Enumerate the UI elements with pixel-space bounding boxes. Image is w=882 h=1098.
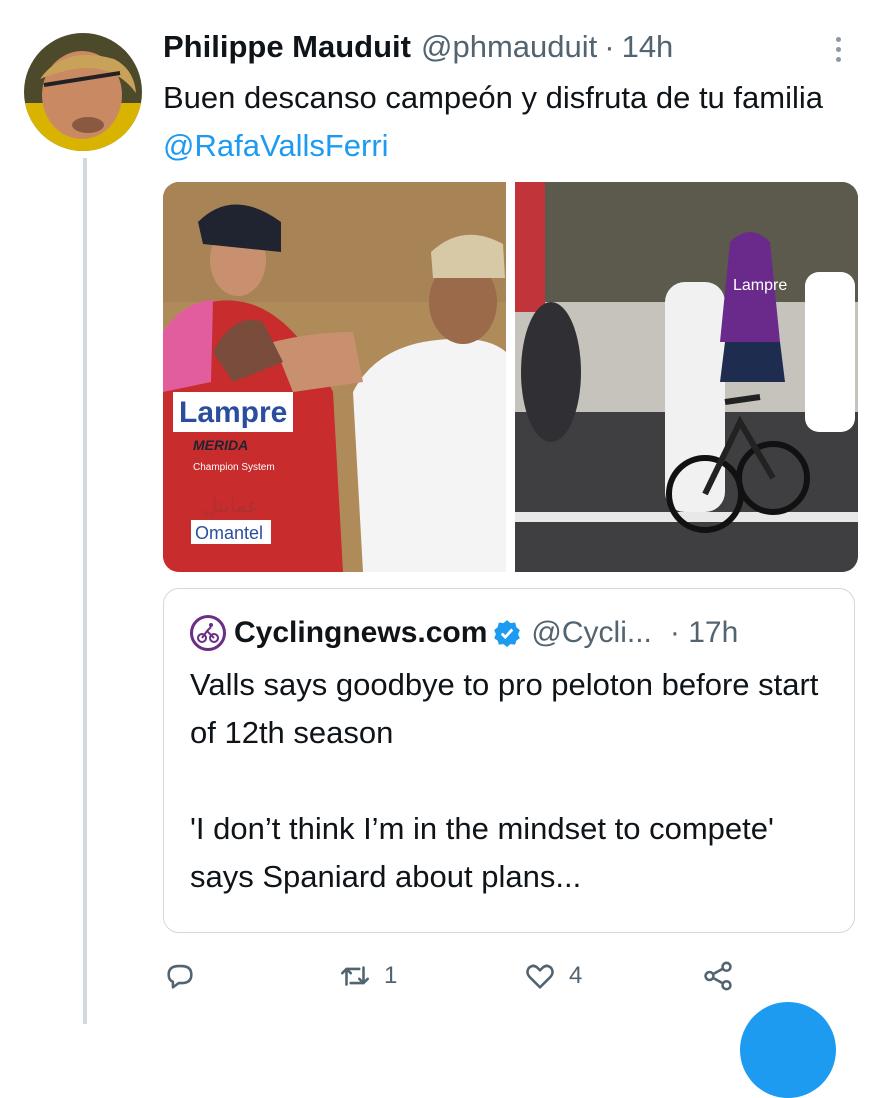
tweet-text: Buen descanso campeón y disfruta de tu f… — [163, 74, 863, 170]
mention-link[interactable]: @RafaVallsFerri — [163, 128, 389, 163]
more-options-icon[interactable] — [828, 34, 848, 64]
quoted-tweet[interactable]: Cyclingnews.com @Cycli... · 17h Valls sa… — [163, 588, 855, 933]
media-image-finish[interactable]: Lampre — [515, 182, 858, 572]
media-grid: Lampre MERIDA Champion System عمانتل Oma… — [163, 182, 858, 572]
quote-separator-dot: · — [669, 616, 680, 649]
tweet-timestamp[interactable]: 14h — [622, 29, 674, 65]
thread-line — [83, 158, 87, 1024]
tweet-body: Buen descanso campeón y disfruta de tu f… — [163, 80, 823, 115]
heart-icon — [526, 964, 554, 989]
retweet-button[interactable]: 1 — [338, 950, 397, 1002]
quote-header: Cyclingnews.com @Cycli... · 17h — [190, 613, 738, 653]
quote-timestamp: · 17h — [670, 616, 738, 650]
retweet-count: 1 — [384, 962, 398, 989]
like-button[interactable]: 4 — [523, 950, 582, 1002]
media-image-podium[interactable]: Lampre MERIDA Champion System عمانتل Oma… — [163, 182, 506, 572]
retweet-icon — [340, 966, 370, 986]
share-icon — [704, 961, 732, 991]
rider-jersey-text: Lampre — [733, 277, 787, 294]
compose-tweet-button[interactable] — [740, 1002, 836, 1098]
reply-icon — [167, 964, 193, 989]
jersey-logo-lampre: Lampre — [179, 396, 287, 429]
quote-text: Valls says goodbye to pro peloton before… — [190, 667, 819, 894]
avatar[interactable] — [24, 33, 142, 151]
action-bar: 1 4 — [163, 950, 783, 1002]
jersey-logo-omantel: Omantel — [195, 523, 263, 543]
verified-badge-icon — [494, 620, 521, 647]
like-count: 4 — [569, 962, 583, 989]
quote-time-text: 17h — [688, 616, 739, 649]
jersey-logo-omantel-ar: عمانتل — [203, 493, 259, 517]
author-name[interactable]: Philippe Mauduit — [163, 29, 411, 65]
quote-author-name: Cyclingnews.com — [234, 616, 488, 649]
jersey-logo-merida: MERIDA — [193, 437, 248, 453]
author-handle[interactable]: @phmauduit — [421, 29, 597, 65]
quote-author-handle: @Cycli... — [531, 616, 652, 649]
reply-button[interactable] — [163, 950, 209, 1002]
jersey-logo-champion: Champion System — [193, 462, 275, 473]
tweet-header: Philippe Mauduit @phmauduit · 14h — [163, 24, 673, 70]
quote-avatar — [190, 615, 226, 651]
cyclist-icon — [197, 623, 219, 643]
separator-dot: · — [604, 29, 615, 64]
share-button[interactable] — [701, 950, 735, 1002]
